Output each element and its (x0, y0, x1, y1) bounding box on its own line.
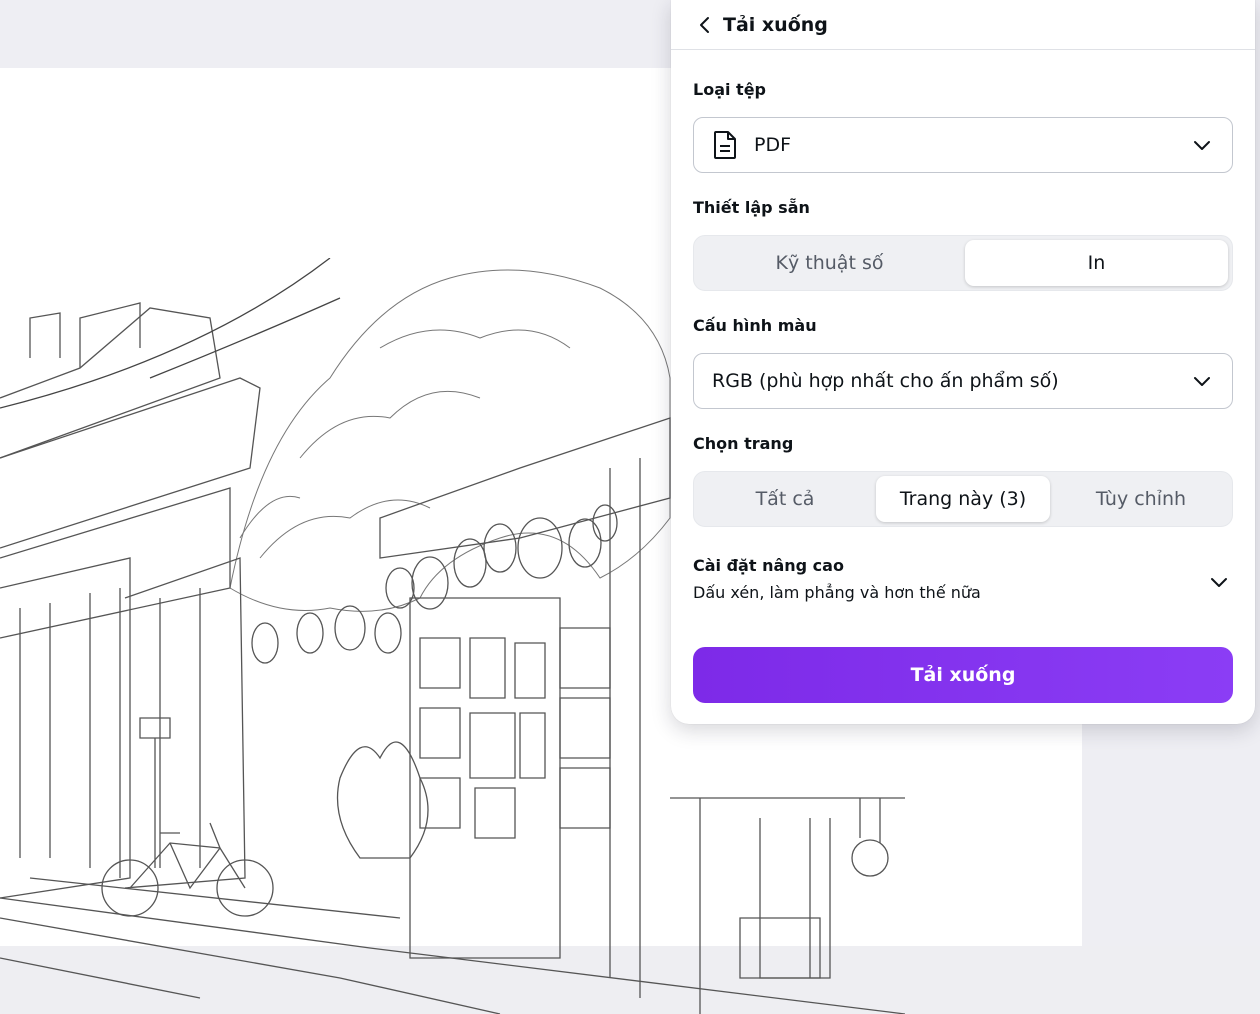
chevron-down-icon (1190, 369, 1214, 393)
color-profile-select[interactable]: RGB (phù hợp nhất cho ấn phẩm số) (693, 353, 1233, 409)
chevron-down-icon (1209, 572, 1229, 596)
file-type-select[interactable]: PDF (693, 117, 1233, 173)
color-profile-label: Cấu hình màu (693, 316, 817, 335)
preset-option-digital[interactable]: Kỹ thuật số (698, 240, 961, 286)
panel-title: Tải xuống (723, 13, 828, 36)
chevron-left-icon (700, 16, 709, 33)
preset-option-print[interactable]: In (965, 240, 1228, 286)
pages-option-current[interactable]: Trang này (3) (876, 476, 1050, 522)
advanced-settings-subtitle: Dấu xén, làm phẳng và hơn thế nữa (693, 583, 981, 602)
advanced-settings-toggle[interactable]: Cài đặt nâng cao Dấu xén, làm phẳng và h… (693, 556, 1233, 616)
color-profile-value: RGB (phù hợp nhất cho ấn phẩm số) (712, 370, 1059, 392)
pages-option-all[interactable]: Tất cả (698, 476, 872, 522)
pages-segmented-control: Tất cả Trang này (3) Tùy chỉnh (693, 471, 1233, 527)
download-button[interactable]: Tải xuống (693, 647, 1233, 703)
preset-segmented-control: Kỹ thuật số In (693, 235, 1233, 291)
file-type-value: PDF (754, 134, 792, 156)
panel-header: Tải xuống (671, 0, 1255, 50)
preset-label: Thiết lập sẵn (693, 198, 810, 217)
document-icon (712, 130, 738, 160)
chevron-down-icon (1190, 133, 1214, 157)
download-panel: Tải xuống Loại tệp PDF Thiết lập sẵn Kỹ … (671, 0, 1255, 724)
select-pages-label: Chọn trang (693, 434, 794, 453)
advanced-settings-title: Cài đặt nâng cao (693, 556, 844, 575)
file-type-label: Loại tệp (693, 80, 766, 99)
back-button[interactable] (693, 13, 717, 37)
pages-option-custom[interactable]: Tùy chỉnh (1054, 476, 1228, 522)
